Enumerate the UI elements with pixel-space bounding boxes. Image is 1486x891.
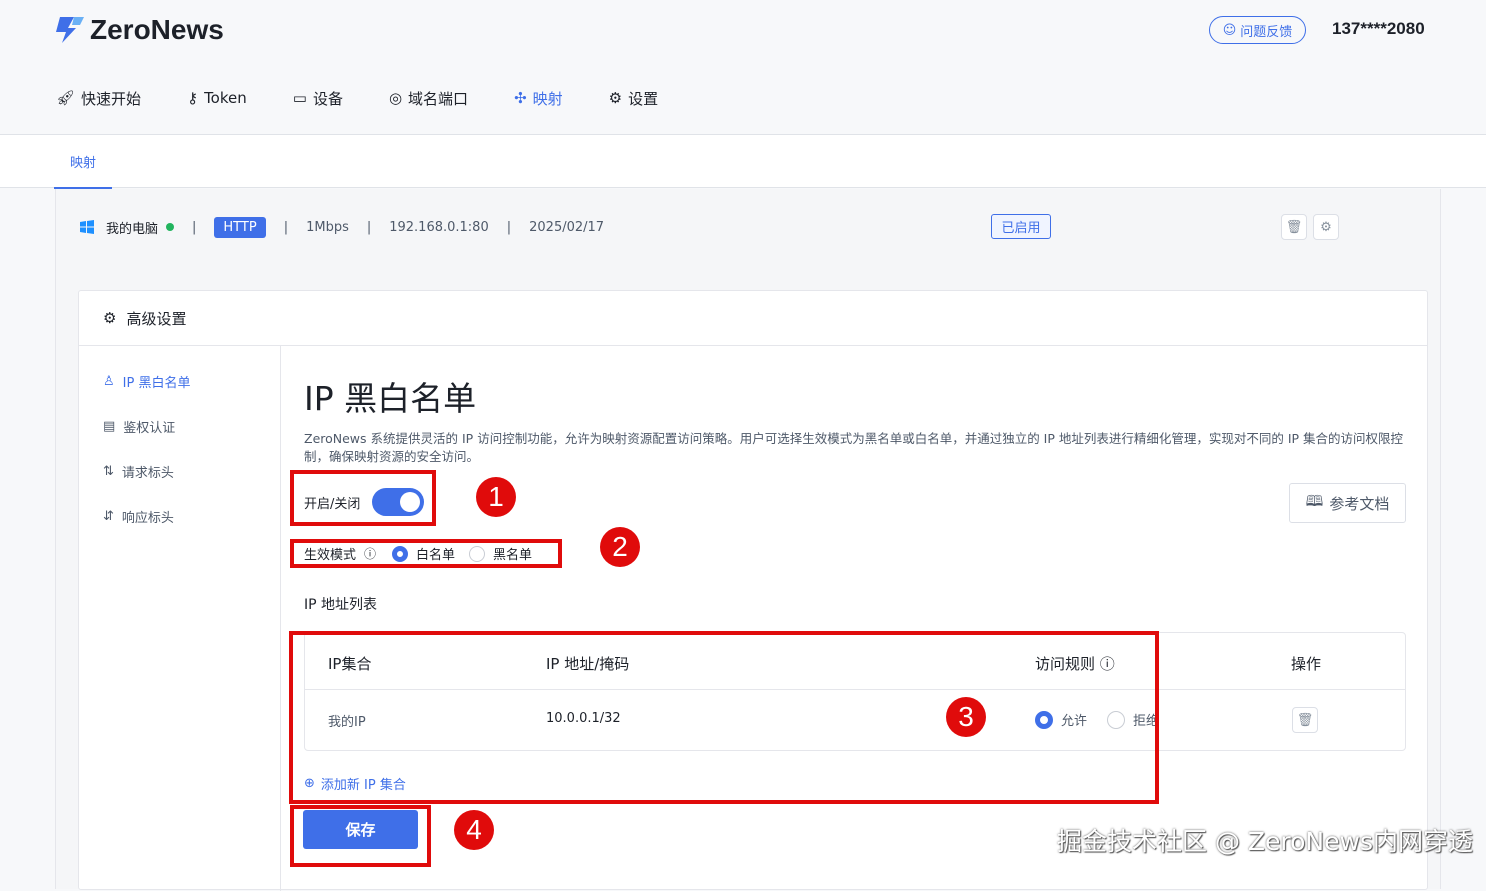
tab-mapping[interactable]: 映射 (54, 135, 112, 189)
nav-settings[interactable]: ⚙ 设置 (609, 86, 658, 110)
created-date: 2025/02/17 (529, 219, 605, 235)
annotation-number: 2 (600, 527, 640, 567)
book-icon: 🕮 (1305, 491, 1324, 510)
online-status-dot (166, 223, 175, 231)
annotation-number: 3 (946, 697, 986, 737)
annotation-box-2 (290, 539, 562, 568)
sidebar-item-response-headers[interactable]: ⇵ 响应标头 (103, 507, 174, 526)
mapping-summary: 我的电脑 | HTTP | 1Mbps | 192.168.0.1:80 | 2… (80, 214, 604, 240)
feedback-label: 问题反馈 (1240, 24, 1293, 40)
sort-icon: ⇅ (103, 464, 114, 479)
annotation-box-3 (289, 631, 1159, 804)
column-header: 操作 (1291, 655, 1322, 673)
smile-icon: ☺ (1222, 22, 1237, 38)
reference-docs-button[interactable]: 🕮 参考文档 (1289, 483, 1406, 523)
gear-icon: ⚙ (1320, 219, 1332, 235)
sidebar-item-ip-list[interactable]: ♙ IP 黑白名单 (103, 372, 190, 391)
sidebar-item-auth[interactable]: ▤ 鉴权认证 (103, 417, 175, 436)
annotation-number: 4 (454, 810, 494, 850)
sidebar-label: 鉴权认证 (123, 421, 176, 436)
protocol-badge: HTTP (214, 216, 266, 238)
nav-mapping[interactable]: ✣ 映射 (514, 86, 563, 110)
sidebar-label: IP 黑白名单 (122, 376, 191, 391)
user-account[interactable]: 137****2080 (1332, 19, 1425, 39)
globe-icon: ◎ (388, 89, 403, 107)
nav-label: 映射 (532, 89, 563, 108)
annotation-box-4 (290, 805, 431, 867)
brand-name: ZeroNews (90, 14, 224, 45)
panel-title: 高级设置 (126, 309, 187, 328)
nav-domains[interactable]: ◎ 域名端口 (389, 86, 468, 110)
nav-label: 快速开始 (81, 89, 142, 108)
local-address: 192.168.0.1:80 (389, 219, 489, 235)
delete-row-button[interactable]: 🗑︎ (1292, 707, 1318, 733)
sidebar-item-request-headers[interactable]: ⇅ 请求标头 (103, 462, 174, 481)
divider: | (366, 219, 372, 235)
mapping-settings-button[interactable]: ⚙ (1313, 214, 1339, 240)
rocket-icon: 🚀︎ (56, 89, 76, 107)
sidebar-label: 响应标头 (121, 511, 174, 526)
status-badge: 已启用 (991, 214, 1051, 239)
device-name: 我的电脑 (106, 221, 159, 237)
docs-label: 参考文档 (1329, 494, 1390, 513)
mapping-icon: ✣ (514, 89, 527, 107)
page-description: ZeroNews 系统提供灵活的 IP 访问控制功能，允许为映射资源配置访问策略… (304, 431, 1404, 464)
logo-icon (56, 17, 84, 43)
ip-list-label: IP 地址列表 (304, 597, 378, 613)
annotation-box-1 (290, 470, 436, 526)
bandwidth: 1Mbps (306, 219, 349, 235)
nav-label: 设置 (628, 89, 659, 108)
divider: | (283, 219, 289, 235)
delete-mapping-button[interactable]: 🗑︎ (1281, 214, 1307, 240)
trash-icon: 🗑︎ (1296, 712, 1314, 728)
tab-bar: 映射 (0, 134, 1486, 189)
nav-quickstart[interactable]: 🚀︎ 快速开始 (56, 86, 141, 110)
swap-icon: ⇵ (103, 509, 114, 524)
page-title: IP 黑白名单 (304, 379, 477, 418)
main-nav: 🚀︎ 快速开始 ⚷ Token ▭ 设备 ◎ 域名端口 ✣ 映射 ⚙ 设置 (56, 86, 704, 110)
feedback-button[interactable]: ☺ 问题反馈 (1209, 16, 1306, 44)
annotation-number: 1 (476, 477, 516, 517)
nav-label: 域名端口 (408, 89, 469, 108)
gear-icon: ⚙ (103, 309, 117, 327)
trash-icon: 🗑︎ (1285, 219, 1303, 235)
divider: | (192, 219, 197, 235)
brand-logo[interactable]: ZeroNews (54, 14, 224, 46)
nav-label: 设备 (312, 89, 343, 108)
watermark: 掘金技术社区 @ ZeroNews内网穿透 (1057, 827, 1473, 856)
user-icon: ♙ (103, 374, 115, 389)
windows-icon (80, 220, 94, 234)
panel-header: ⚙ 高级设置 (79, 291, 1427, 346)
settings-sidebar: ♙ IP 黑白名单 ▤ 鉴权认证 ⇅ 请求标头 ⇵ 响应标头 (79, 346, 281, 891)
nav-label: Token (204, 89, 247, 107)
sidebar-label: 请求标头 (121, 466, 174, 481)
key-icon: ⚷ (187, 89, 199, 107)
nav-devices[interactable]: ▭ 设备 (293, 86, 343, 110)
gear-icon: ⚙ (608, 89, 623, 107)
laptop-icon: ▭ (292, 89, 307, 107)
id-card-icon: ▤ (103, 419, 116, 434)
nav-token[interactable]: ⚷ Token (187, 86, 247, 110)
divider: | (506, 219, 512, 235)
